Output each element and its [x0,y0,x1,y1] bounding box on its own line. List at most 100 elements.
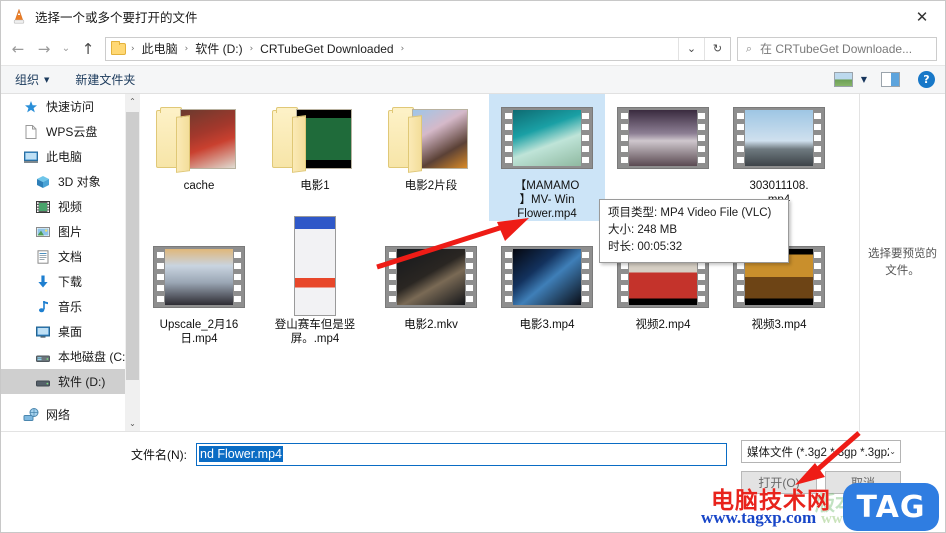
desktop-icon [36,326,50,338]
open-button[interactable]: 打开(O) [741,471,817,494]
sidebar-item-this-pc[interactable]: 此电脑 [1,144,140,169]
sidebar-item-quick-access[interactable]: 快速访问 [1,94,140,119]
filename-input[interactable]: nd Flower.mp4 [196,442,727,466]
filename-label: 文件名(N): [131,447,187,462]
command-bar-right: ▼ ? [833,71,945,88]
video-file-icon [153,246,245,308]
file-name: 电影3.mp4 [519,319,575,331]
sidebar-item-label: 桌面 [58,325,83,339]
file-type-dropdown[interactable]: 媒体文件 (*.3g2 *.3gp *.3gp2 ⌄ [741,440,901,463]
document-icon [25,124,37,139]
search-placeholder: 在 CRTubeGet Downloade... [760,42,913,56]
music-icon [39,300,48,312]
watermark-url-text: www.tagxp.com [701,508,817,527]
help-icon[interactable]: ? [918,71,935,88]
breadcrumb: › 此电脑 › 软件 (D:) › CRTubeGet Downloaded › [106,40,678,57]
preview-pane-icon[interactable] [881,72,900,87]
file-item-climbing-race[interactable]: 登山赛车但是竖 屏。.mp4 [257,216,373,346]
new-folder-button[interactable]: 新建文件夹 [75,71,135,88]
downloads-icon [38,275,48,287]
scroll-up-icon[interactable]: ⌃ [125,94,140,109]
file-item-upscale[interactable]: Upscale_2月16 日.mp4 [141,233,257,346]
sidebar-item-network[interactable]: 网络 [1,402,140,427]
file-name: 【MAMAMO 】MV- Win Flower.mp4 [514,180,580,220]
sidebar-item-wps-cloud[interactable]: WPS云盘 [1,119,140,144]
close-button[interactable]: ✕ [899,1,945,32]
up-icon[interactable]: ↑ [75,36,101,62]
navigation-sidebar: 快速访问 WPS云盘 此电脑 3D 对象 视频 图片 文档 下载 音乐 桌面 本… [1,94,140,431]
scrollbar-thumb[interactable] [126,112,139,380]
sidebar-item-videos[interactable]: 视频 [1,194,140,219]
preview-pane: 选择要预览的文件。 [859,94,945,431]
file-item-movie1[interactable]: 电影1 [257,94,373,221]
thumbnail [615,102,711,174]
forward-icon[interactable]: → [31,36,57,62]
organize-label: 组织 [15,73,40,87]
breadcrumb-separator-1: › [184,43,189,54]
watermark-ghost-url: www.xz7.com [821,511,909,527]
folder-icon [156,106,242,173]
documents-icon [37,249,49,264]
preview-message: 选择要预览的文件。 [868,247,937,277]
sidebar-item-downloads[interactable]: 下载 [1,269,140,294]
sidebar-item-music[interactable]: 音乐 [1,294,140,319]
sidebar-item-documents[interactable]: 文档 [1,244,140,269]
thumbnail [383,102,479,174]
sidebar-item-pictures[interactable]: 图片 [1,219,140,244]
thumbnail [267,216,363,316]
file-name: cache [183,180,215,192]
view-options-icon[interactable] [833,72,853,87]
file-item-movie2-mkv[interactable]: 电影2.mkv [373,233,489,346]
file-name: 视频2.mp4 [635,319,691,331]
breadcrumb-item-2[interactable]: CRTubeGet Downloaded [258,42,395,56]
file-picker-dialog: 选择一个或多个要打开的文件 ✕ ← → ⌄ ↑ › 此电脑 › 软件 (D:) … [0,0,946,533]
sidebar-item-software-d[interactable]: 软件 (D:) [1,369,140,394]
sidebar-item-label: 文档 [58,250,83,264]
breadcrumb-separator-3: › [400,43,405,54]
video-file-icon [501,246,593,308]
file-item-movie2-segment[interactable]: 电影2片段 [373,94,489,221]
sidebar-item-local-disk-c[interactable]: 本地磁盘 (C:) [1,344,140,369]
sidebar-item-3d-objects[interactable]: 3D 对象 [1,169,140,194]
filename-value: nd Flower.mp4 [199,446,283,462]
folder-icon [272,106,358,173]
organize-button[interactable]: 组织 ▼ [15,71,49,88]
sidebar-item-label: 音乐 [58,300,83,314]
cancel-button[interactable]: 取消 [825,471,901,494]
command-bar: 组织 ▼ 新建文件夹 ▼ ? [1,65,945,94]
file-type-value: 媒体文件 (*.3g2 *.3gp *.3gp2 [747,446,890,459]
video-file-icon [294,216,336,316]
search-input[interactable]: ⌕ 在 CRTubeGet Downloade... [737,36,937,61]
tooltip-type: 项目类型: MP4 Video File (VLC) [608,207,772,219]
3d-object-icon [37,175,49,188]
breadcrumb-bar[interactable]: › 此电脑 › 软件 (D:) › CRTubeGet Downloaded ›… [105,36,731,61]
address-bar: ← → ⌄ ↑ › 此电脑 › 软件 (D:) › CRTubeGet Down… [1,32,945,65]
sidebar-scrollbar[interactable]: ⌃ ⌄ [125,94,140,431]
file-name: 电影2.mkv [404,319,458,331]
search-icon: ⌕ [745,41,753,55]
sidebar-item-desktop[interactable]: 桌面 [1,319,140,344]
breadcrumb-separator-0: › [131,43,135,54]
scroll-down-icon[interactable]: ⌄ [125,416,140,431]
title-bar: 选择一个或多个要打开的文件 ✕ [1,1,945,32]
file-item-mamamoo-wind-flower[interactable]: 【MAMAMO 】MV- Win Flower.mp4 [489,94,605,221]
recent-locations-icon[interactable]: ⌄ [57,36,75,62]
tooltip-size: 大小: 248 MB [608,224,678,236]
sidebar-item-label: 软件 (D:) [58,375,106,389]
chevron-down-icon[interactable]: ▼ [861,75,867,84]
video-file-icon [501,107,593,169]
refresh-icon[interactable]: ↻ [704,37,730,60]
file-name: Upscale_2月16 日.mp4 [159,319,239,345]
thumbnail [499,241,595,313]
thumbnail [383,241,479,313]
folder-icon [388,106,474,173]
breadcrumb-item-0[interactable]: 此电脑 [140,40,180,57]
file-name: 登山赛车但是竖 屏。.mp4 [274,319,356,345]
thumbnail [151,102,247,174]
breadcrumb-item-1[interactable]: 软件 (D:) [193,40,244,57]
file-item-movie3[interactable]: 电影3.mp4 [489,233,605,346]
thumbnail [731,102,827,174]
file-item-cache[interactable]: cache [141,94,257,221]
address-dropdown-icon[interactable]: ⌄ [678,37,704,60]
back-icon[interactable]: ← [5,36,31,62]
